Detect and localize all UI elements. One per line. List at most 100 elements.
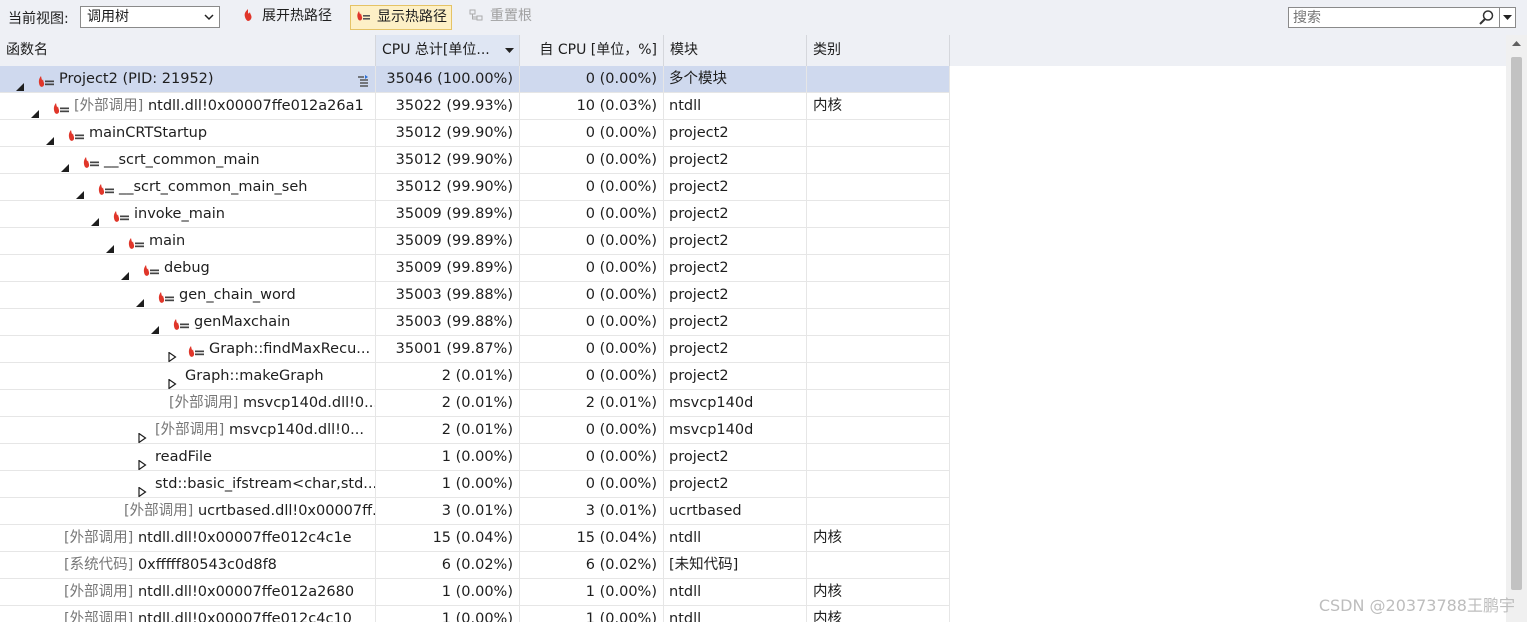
self-cpu-cell: 0 (0.00%) [520,471,664,498]
expanded-triangle-icon[interactable] [30,102,40,118]
expanded-triangle-icon[interactable] [150,318,160,334]
hot-path-icon [186,342,206,357]
expanded-triangle-icon[interactable] [105,237,115,253]
expanded-triangle-icon[interactable] [15,75,25,91]
self-cpu-cell: 0 (0.00%) [520,120,664,147]
hot-path-icon [171,315,191,330]
call-tree-grid: Project2 (PID: 21952) 35046 (100.00%) 0 (0… [0,66,1506,622]
cpu-total-cell: 3 (0.01%) [376,498,520,525]
expanded-triangle-icon[interactable] [120,264,130,280]
table-row[interactable]: main 35009 (99.89%) 0 (0.00%) project2 [0,228,950,255]
module-cell: msvcp140d [664,417,807,444]
module-cell: project2 [664,336,807,363]
table-row[interactable]: [外部调用] ucrtbased.dll!0x00007ff... 3 (0.01… [0,498,950,525]
function-name-cell: gen_chain_word [0,282,376,309]
watermark: CSDN @20373788王鹏宇 [1318,596,1515,615]
table-row[interactable]: Graph::makeGraph 2 (0.01%) 0 (0.00%) projec… [0,363,950,390]
table-row[interactable]: mainCRTStartup 35012 (99.90%) 0 (0.00%) pro… [0,120,950,147]
table-row[interactable]: readFile 1 (0.00%) 0 (0.00%) project2 [0,444,950,471]
collapsed-triangle-icon[interactable] [167,372,177,390]
reset-root-icon [469,9,483,21]
column-module[interactable]: 模块 [664,35,807,66]
expanded-triangle-icon[interactable] [60,156,70,172]
table-row[interactable]: __scrt_common_main 35012 (99.90%) 0 (0.00%… [0,147,950,174]
table-row[interactable]: std::basic_ifstream<char,std... 1 (0.00%)… [0,471,950,498]
function-name: std::basic_ifstream<char,std... [155,476,376,492]
function-name: ucrtbased.dll!0x00007ff... [197,503,376,519]
cpu-total-cell: 35003 (99.88%) [376,309,520,336]
cpu-total-cell: 2 (0.01%) [376,417,520,444]
set-root-icon[interactable] [356,72,370,87]
category-cell [807,471,950,498]
table-row[interactable]: Graph::findMaxRecu... 35001 (99.87%) 0 (0.… [0,336,950,363]
table-row[interactable]: genMaxchain 35003 (99.88%) 0 (0.00%) projec… [0,309,950,336]
table-row[interactable]: debug 35009 (99.89%) 0 (0.00%) project2 [0,255,950,282]
current-view-label: 当前视图: [8,11,69,27]
function-name: Graph::findMaxRecu... [209,341,371,357]
module-cell: project2 [664,201,807,228]
table-row[interactable]: [外部调用] ntdll.dll!0x00007ffe012c4c10 1 (0.… [0,606,950,622]
table-row[interactable]: [系统代码] 0xfffff80543c0d8f8 6 (0.02%) 6 (0.0… [0,552,950,579]
category-cell [807,147,950,174]
table-row[interactable]: [外部调用] ntdll.dll!0x00007ffe012a2680 1 (0.… [0,579,950,606]
module-cell: project2 [664,255,807,282]
function-name-cell: Graph::findMaxRecu... [0,336,376,363]
flame-icon [244,9,252,21]
search-input[interactable] [1289,8,1477,27]
reset-root-button[interactable]: 重置根 [464,5,536,30]
collapsed-triangle-icon[interactable] [137,480,147,498]
column-cpu-total[interactable]: CPU 总计[单位... [376,35,520,66]
vertical-scrollbar[interactable] [1506,35,1527,622]
view-select[interactable]: 调用树 [80,6,220,28]
table-row[interactable]: [外部调用] msvcp140d.dll!0... 2 (0.01%) 0 (0.0… [0,417,950,444]
function-name: genMaxchain [194,314,291,330]
collapsed-triangle-icon[interactable] [137,453,147,471]
table-row[interactable]: Project2 (PID: 21952) 35046 (100.00%) 0 (0… [0,66,950,93]
show-hot-path-button[interactable]: 显示热路径 [350,5,452,30]
expanded-triangle-icon[interactable] [75,183,85,199]
table-row[interactable]: [外部调用] ntdll.dll!0x00007ffe012c4c1e 15 (0… [0,525,950,552]
table-row[interactable]: invoke_main 35009 (99.89%) 0 (0.00%) projec… [0,201,950,228]
column-self-cpu[interactable]: 自 CPU [单位，%] [520,35,664,66]
expanded-triangle-icon[interactable] [135,291,145,307]
toolbar: 当前视图: 调用树 展开热路径 显示热路径 重置根 [0,0,1527,35]
search-options-dropdown[interactable] [1500,7,1516,28]
expanded-triangle-icon[interactable] [45,129,55,145]
scrollbar-thumb[interactable] [1511,57,1522,590]
collapsed-triangle-icon[interactable] [167,345,177,363]
hot-path-icon [141,261,161,276]
function-name-cell: invoke_main [0,201,376,228]
category-cell [807,498,950,525]
self-cpu-cell: 0 (0.00%) [520,336,664,363]
reset-root-label: 重置根 [490,8,532,24]
cpu-total-cell: 35009 (99.89%) [376,255,520,282]
search-icon [1479,10,1494,25]
table-row[interactable]: [外部调用] msvcp140d.dll!0... 2 (0.01%) 2 (0.0… [0,390,950,417]
module-cell: project2 [664,363,807,390]
self-cpu-cell: 1 (0.00%) [520,606,664,622]
function-name: readFile [155,449,212,465]
table-row[interactable]: gen_chain_word 35003 (99.88%) 0 (0.00%) pro… [0,282,950,309]
function-name: gen_chain_word [179,287,296,303]
scroll-up-icon[interactable] [1512,41,1521,47]
hot-path-icon [51,99,71,114]
column-category[interactable]: 类别 [807,35,950,66]
expanded-triangle-icon[interactable] [90,210,100,226]
function-name: invoke_main [134,206,225,222]
module-cell: ntdll [664,525,807,552]
expand-hot-path-button[interactable]: 展开热路径 [236,5,336,30]
self-cpu-cell: 6 (0.02%) [520,552,664,579]
category-cell: 内核 [807,606,950,622]
call-type-prefix: [外部调用] [124,503,198,519]
category-cell [807,444,950,471]
module-cell: project2 [664,282,807,309]
category-cell: 内核 [807,93,950,120]
search-box[interactable] [1288,7,1500,28]
table-row[interactable]: [外部调用] ntdll.dll!0x00007ffe012a26a1 35022… [0,93,950,120]
function-name-cell: Project2 (PID: 21952) [0,66,376,93]
show-hot-path-label: 显示热路径 [377,9,447,25]
table-row[interactable]: __scrt_common_main_seh 35012 (99.90%) 0 (0… [0,174,950,201]
cpu-total-cell: 1 (0.00%) [376,579,520,606]
collapsed-triangle-icon[interactable] [137,426,147,444]
column-function-name[interactable]: 函数名 [0,35,376,66]
